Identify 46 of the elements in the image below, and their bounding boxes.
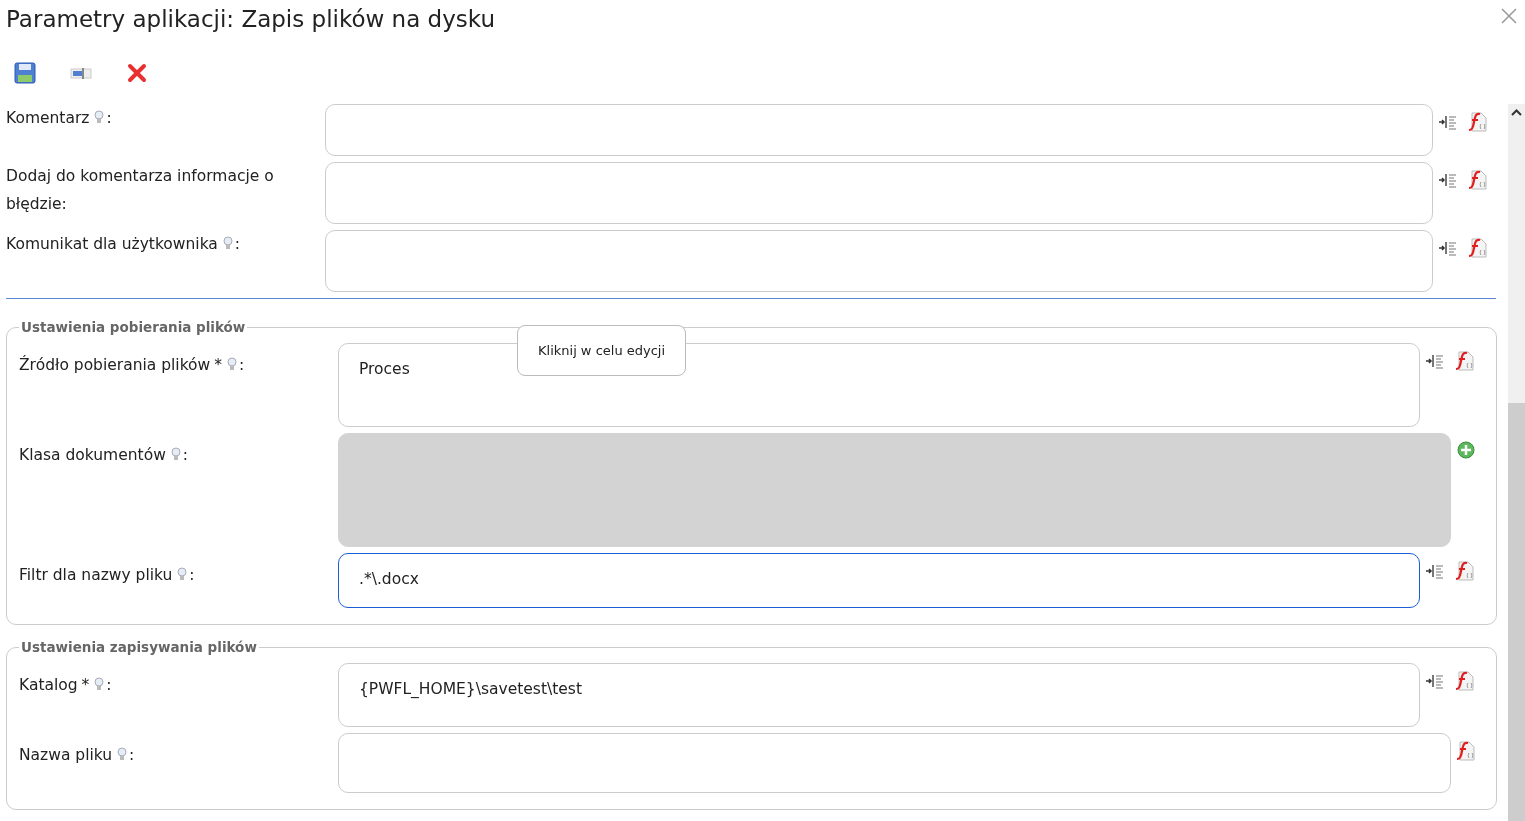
text-field[interactable] <box>325 104 1433 156</box>
lightbulb-icon <box>170 447 181 461</box>
label-colon: : <box>239 355 245 376</box>
text-field[interactable] <box>338 733 1451 793</box>
lightbulb-icon <box>94 677 105 691</box>
text-field[interactable] <box>325 162 1433 224</box>
label-colon: : <box>234 234 241 255</box>
group-legend: Ustawienia pobierania plików <box>19 319 248 335</box>
tooltip: Kliknij w celu edycji <box>517 325 687 376</box>
field-label: Źródło pobierania plików <box>19 354 211 376</box>
field-label: Komentarz <box>6 108 90 129</box>
window-title: Parametry aplikacji: Zapis plików na dysku <box>6 6 495 32</box>
function-icon[interactable] <box>1469 170 1487 190</box>
function-icon[interactable] <box>1456 351 1474 371</box>
text-field[interactable] <box>325 230 1433 292</box>
group-legend: Ustawienia zapisywania plików <box>19 639 259 655</box>
field-label: Klasa dokumentów <box>19 445 166 466</box>
lightbulb-icon <box>94 110 105 124</box>
function-icon[interactable] <box>1456 671 1474 691</box>
label-colon: : <box>106 108 112 129</box>
required-mark: * <box>214 355 222 376</box>
field-label: Komunikat dla użytkownika <box>6 234 218 255</box>
field-label: Filtr dla nazwy pliku <box>19 565 173 586</box>
add-icon[interactable] <box>1457 441 1475 461</box>
function-icon[interactable] <box>1457 741 1475 761</box>
text-field[interactable]: .*\.docx <box>338 553 1420 608</box>
function-icon[interactable] <box>1469 112 1487 132</box>
cancel-icon[interactable] <box>126 62 148 84</box>
field-label: Katalog <box>19 675 78 696</box>
label-colon: : <box>182 445 189 466</box>
text-field[interactable]: {PWFL_HOME}\savetest\test <box>338 663 1420 727</box>
function-icon[interactable] <box>1456 561 1474 581</box>
scrollbar[interactable] <box>1508 104 1525 821</box>
lightbulb-icon <box>177 567 188 581</box>
field-label: Dodaj do komentarza informacje o błędzie: <box>6 166 275 215</box>
lightbulb-icon <box>222 236 233 250</box>
field-label: Nazwa pliku <box>19 745 113 766</box>
required-mark: * <box>81 675 90 696</box>
lightbulb-icon <box>227 357 237 371</box>
label-colon: : <box>189 565 195 586</box>
function-icon[interactable] <box>1469 238 1487 258</box>
lightbulb-icon <box>117 747 128 761</box>
close-icon[interactable] <box>1501 8 1517 24</box>
save-icon[interactable] <box>14 62 36 84</box>
label-colon: : <box>129 745 135 766</box>
label-colon: : <box>106 675 112 696</box>
